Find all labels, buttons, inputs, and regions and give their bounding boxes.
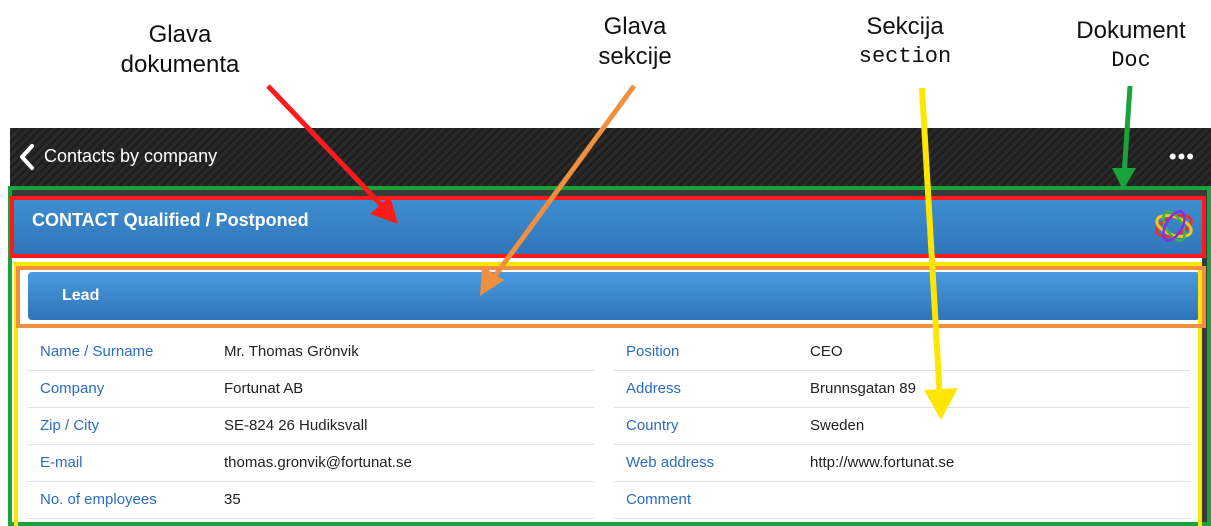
annotation-section-label: Sekcija section [858, 13, 952, 69]
field-value: Brunnsgatan 89 [810, 380, 916, 397]
field-row: Position CEO [614, 334, 1190, 371]
field-label: Position [626, 343, 680, 360]
field-label: Country [626, 417, 679, 434]
field-row: Zip / City SE-824 26 Hudiksvall [28, 408, 594, 445]
field-row: Country Sweden [614, 408, 1190, 445]
annotation-section-head-label: Glava sekcije [598, 13, 672, 70]
top-navbar: Contacts by company ••• [10, 128, 1211, 186]
field-value: Fortunat AB [224, 380, 304, 397]
field-label: Web address [626, 454, 715, 471]
field-row: Comment [614, 482, 1190, 519]
field-label: No. of employees [40, 491, 157, 508]
field-row: Name / Surname Mr. Thomas Grönvik [28, 334, 594, 371]
section-title: Lead [62, 287, 100, 304]
document-header: CONTACT Qualified / Postponed [12, 196, 1202, 258]
document-title: CONTACT Qualified / Postponed [32, 210, 309, 230]
field-label: Address [626, 380, 682, 397]
app-logo-icon [1155, 210, 1193, 242]
section-header[interactable]: Lead [28, 272, 1200, 320]
field-value: Sweden [810, 417, 865, 434]
annotation-document-label: Dokument Doc [1076, 17, 1186, 73]
field-value[interactable]: thomas.gronvik@fortunat.se [224, 454, 412, 471]
field-label: Name / Surname [40, 343, 154, 360]
more-options-icon[interactable]: ••• [1169, 146, 1195, 168]
field-value: Mr. Thomas Grönvik [224, 343, 359, 360]
back-button-label[interactable]: Contacts by company [44, 146, 217, 167]
field-label: Company [40, 380, 105, 397]
field-label: Zip / City [40, 417, 100, 434]
field-row: No. of employees 35 [28, 482, 594, 519]
annotation-doc-head-label: Glava dokumenta [120, 21, 240, 78]
field-row: Address Brunnsgatan 89 [614, 371, 1190, 408]
field-value[interactable]: http://www.fortunat.se [810, 454, 954, 471]
field-value: CEO [810, 343, 843, 360]
chevron-left-icon[interactable] [16, 142, 40, 172]
field-row: Company Fortunat AB [28, 371, 594, 408]
field-label: Comment [626, 491, 692, 508]
field-value: 35 [224, 491, 241, 508]
field-row: Web address http://www.fortunat.se [614, 445, 1190, 482]
field-row: E-mail thomas.gronvik@fortunat.se [28, 445, 594, 482]
field-value: SE-824 26 Hudiksvall [224, 417, 368, 434]
field-label: E-mail [40, 454, 83, 471]
